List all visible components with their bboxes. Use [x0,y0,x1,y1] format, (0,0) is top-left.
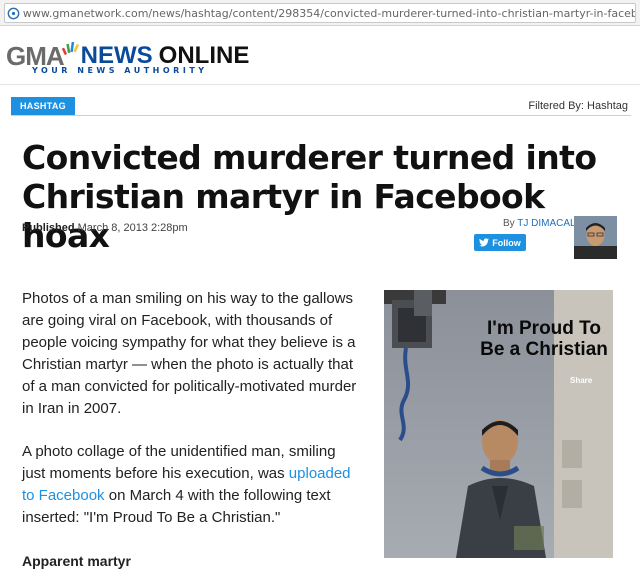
page-info-icon[interactable] [5,4,23,22]
filtered-by-label: Filtered By: Hashtag [528,100,628,112]
section-divider [11,115,631,116]
author-avatar[interactable] [574,216,617,259]
article-subhead: Apparent martyr [22,553,131,569]
author-link[interactable]: TJ DIMACALI [517,218,578,229]
byline: By TJ DIMACALI [503,218,578,229]
address-url[interactable]: www.gmanetwork.com/news/hashtag/content/… [23,7,635,20]
article-paragraph: Photos of a man smiling on his way to th… [22,290,357,417]
site-header: GMA NEWS ONLINE YOUR NEWS AUTHORITY [0,27,640,85]
site-tagline: YOUR NEWS AUTHORITY [32,66,208,75]
article-paragraph: A photo collage of the unidentified man,… [22,441,360,529]
section-tag-hashtag[interactable]: HASHTAG [11,97,75,115]
section-bar: HASHTAG Filtered By: Hashtag [0,95,640,119]
rainbow-logo-icon [61,41,79,55]
browser-toolbar: www.gmanetwork.com/news/hashtag/content/… [0,0,640,26]
article-body: Photos of a man smiling on his way to th… [22,288,360,572]
twitter-follow-button[interactable]: Follow [474,234,526,251]
article-photo[interactable]: I'm Proud To Be a Christian Share [384,290,613,558]
photo-share-text: Share [570,376,593,385]
photo-overlay-text: I'm Proud To Be a Christian [480,318,608,360]
site-logo[interactable]: GMA NEWS ONLINE [6,41,249,69]
address-bar[interactable]: www.gmanetwork.com/news/hashtag/content/… [4,3,636,23]
follow-label: Follow [492,237,521,248]
publish-info: Published March 8, 2013 2:28pm [22,222,188,234]
by-label: By [503,218,515,229]
published-date: March 8, 2013 2:28pm [77,222,188,234]
article-headline: Convicted murderer turned into Christian… [22,138,597,255]
published-label: Published [22,222,75,234]
twitter-bird-icon [479,238,490,247]
